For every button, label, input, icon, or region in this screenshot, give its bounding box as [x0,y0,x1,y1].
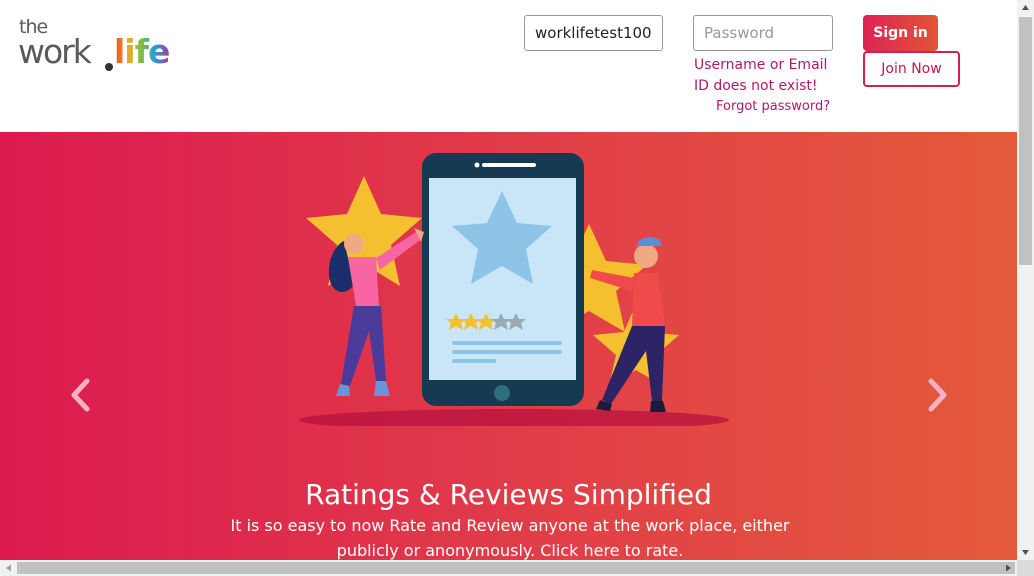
logo-life: life [114,32,170,71]
chevron-left-icon[interactable] [68,375,94,415]
logo-work: work [18,32,92,71]
forgot-password-link[interactable]: Forgot password? [716,99,830,114]
thework-life-logo[interactable]: the work life [18,16,178,71]
slide-subtitle[interactable]: It is so easy to now Rate and Review any… [210,513,810,560]
horizontal-scrollbar[interactable] [0,560,1017,576]
username-input[interactable] [524,15,663,51]
sign-in-button[interactable]: Sign in [863,15,938,51]
rating-illustration [299,153,729,426]
login-error-message: Username or Email ID does not exist! [694,57,828,94]
chevron-right-icon[interactable] [924,375,950,415]
site-header: the work life Sign in Join Now Username … [0,0,1017,132]
scroll-left-arrow-icon[interactable] [0,560,17,576]
vertical-scrollbar[interactable] [1017,0,1034,560]
join-now-button[interactable]: Join Now [863,51,960,87]
scrollbar-corner [1017,560,1034,576]
logo-dot [105,63,113,71]
scroll-down-arrow-icon[interactable] [1017,543,1034,560]
slide-title: Ratings & Reviews Simplified [305,478,712,511]
scroll-right-arrow-icon[interactable] [1000,560,1017,576]
hero-carousel: Ratings & Reviews Simplified It is so ea… [0,132,1017,560]
horizontal-scroll-thumb[interactable] [17,562,1015,574]
vertical-scroll-thumb[interactable] [1019,17,1032,265]
password-input[interactable] [693,15,833,51]
scroll-up-arrow-icon[interactable] [1017,0,1034,17]
